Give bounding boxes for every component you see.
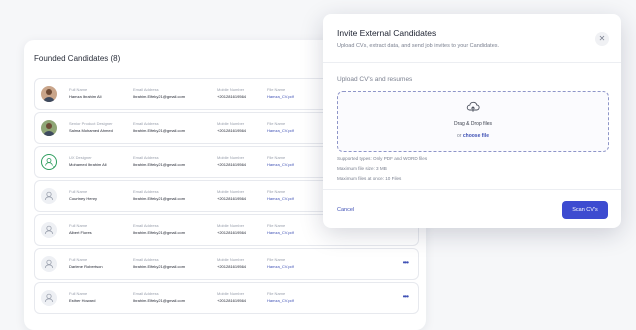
scan-cvs-button[interactable]: Scan CV's (562, 201, 608, 219)
candidate-name: Hamza Ibrahim Ali (69, 94, 102, 99)
name-cell: UX Designer Mohamed Ibrahim Ali (69, 155, 107, 168)
cloud-upload-icon (466, 100, 480, 118)
mobile-cell: Mobile Number +201281619564 (217, 291, 246, 304)
more-options-button[interactable]: ••• (403, 292, 409, 301)
file-link[interactable]: Hamza_CV.pdf (267, 297, 294, 304)
file-cell: File Name Hamza_CV.pdf (267, 223, 294, 236)
mobile-value: +201281619564 (217, 94, 247, 99)
divider (323, 189, 621, 190)
more-horizontal-icon[interactable]: ••• (403, 258, 409, 267)
name-cell: Full Name Albert Flores (69, 223, 92, 236)
cancel-button[interactable]: Cancel (337, 207, 354, 213)
email-cell: Email Address Ibrahim.Elfeky21@gmail.com (133, 223, 185, 236)
drop-text: Drag & Drop files (453, 121, 493, 127)
name-cell: Senior Product Designer Salma Mohamed Ahm… (69, 121, 113, 134)
file-cell: File Name Hamza_CV.pdf (267, 291, 294, 304)
candidate-row[interactable]: Full Name Esther Howard Email Address Ibrah… (34, 282, 419, 314)
file-link[interactable]: Hamza_CV.pdf (267, 263, 294, 270)
candidate-name: Mohamed Ibrahim Ali (69, 162, 107, 167)
email-value: Ibrahim.Elfeky21@gmail.com (133, 264, 186, 269)
name-cell: Full Name Courtney Henry (69, 189, 97, 202)
mobile-cell: Mobile Number +201281619564 (217, 121, 246, 134)
candidate-name: Darlene Robertson (69, 264, 103, 269)
avatar (41, 86, 57, 102)
email-value: Ibrahim.Elfeky21@gmail.com (133, 230, 186, 235)
mobile-value: +201281619564 (217, 162, 247, 167)
name-cell: Full Name Hamza Ibrahim Ali (69, 87, 101, 100)
email-value: Ibrahim.Elfeky21@gmail.com (133, 196, 186, 201)
user-icon (41, 222, 57, 238)
candidate-name: Courtney Henry (69, 196, 98, 201)
email-cell: Email Address Ibrahim.Elfeky21@gmail.com (133, 155, 185, 168)
user-icon (41, 188, 57, 204)
email-value: Ibrahim.Elfeky21@gmail.com (133, 162, 186, 167)
close-button[interactable]: ✕ (595, 32, 609, 46)
supported-types: Supported types: Only PDF and WORD files (337, 156, 428, 161)
file-cell: File Name Hamza_CV.pdf (267, 121, 294, 134)
file-cell: File Name Hamza_CV.pdf (267, 87, 294, 100)
candidate-name: Albert Flores (69, 230, 92, 235)
mobile-cell: Mobile Number +201281619564 (217, 257, 246, 270)
mobile-cell: Mobile Number +201281619564 (217, 87, 246, 100)
avatar (41, 154, 57, 170)
mobile-value: +201281619564 (217, 230, 247, 235)
name-cell: Full Name Darlene Robertson (69, 257, 103, 270)
modal-subtitle: Upload CVs, extract data, and send job i… (337, 43, 500, 49)
max-file-size: Maximum file size: 3 MB (337, 166, 387, 171)
file-link[interactable]: Hamza_CV.pdf (267, 127, 294, 134)
panel-title: Founded Candidates (8) (34, 54, 121, 63)
email-cell: Email Address Ibrahim.Elfeky21@gmail.com (133, 121, 185, 134)
max-files: Maximum files at once: 10 Files (337, 176, 402, 181)
email-cell: Email Address Ibrahim.Elfeky21@gmail.com (133, 257, 185, 270)
choose-line: or choose file (338, 133, 608, 139)
close-icon[interactable]: ✕ (599, 34, 606, 43)
avatar (41, 120, 57, 136)
more-horizontal-icon[interactable]: ••• (403, 292, 409, 301)
user-icon (41, 290, 57, 306)
mobile-cell: Mobile Number +201281619564 (217, 189, 246, 202)
mobile-value: +201281619564 (217, 264, 247, 269)
email-value: Ibrahim.Elfeky21@gmail.com (133, 94, 186, 99)
choose-file-link[interactable]: choose file (463, 133, 489, 139)
mobile-value: +201281619564 (217, 128, 247, 133)
file-dropzone[interactable]: Drag & Drop files or choose file (337, 91, 609, 152)
mobile-cell: Mobile Number +201281619564 (217, 223, 246, 236)
email-value: Ibrahim.Elfeky21@gmail.com (133, 128, 186, 133)
mobile-value: +201281619564 (217, 298, 247, 303)
candidate-name: Salma Mohamed Ahmed (69, 128, 113, 133)
more-options-button[interactable]: ••• (403, 258, 409, 267)
email-value: Ibrahim.Elfeky21@gmail.com (133, 298, 186, 303)
modal-title: Invite External Candidates (337, 28, 437, 38)
email-cell: Email Address Ibrahim.Elfeky21@gmail.com (133, 189, 185, 202)
file-cell: File Name Hamza_CV.pdf (267, 257, 294, 270)
mobile-cell: Mobile Number +201281619564 (217, 155, 246, 168)
file-cell: File Name Hamza_CV.pdf (267, 155, 294, 168)
file-link[interactable]: Hamza_CV.pdf (267, 161, 294, 168)
user-icon (41, 256, 57, 272)
email-cell: Email Address Ibrahim.Elfeky21@gmail.com (133, 291, 185, 304)
file-cell: File Name Hamza_CV.pdf (267, 189, 294, 202)
divider (323, 62, 621, 63)
candidate-name: Esther Howard (69, 298, 96, 303)
file-link[interactable]: Hamza_CV.pdf (267, 195, 294, 202)
name-cell: Full Name Esther Howard (69, 291, 95, 304)
file-link[interactable]: Hamza_CV.pdf (267, 229, 294, 236)
invite-modal: Invite External Candidates Upload CVs, e… (323, 14, 621, 228)
file-link[interactable]: Hamza_CV.pdf (267, 93, 294, 100)
candidate-row[interactable]: Full Name Darlene Robertson Email Address I… (34, 248, 419, 280)
upload-heading: Upload CV's and resumes (337, 76, 413, 83)
email-cell: Email Address Ibrahim.Elfeky21@gmail.com (133, 87, 185, 100)
mobile-value: +201281619564 (217, 196, 247, 201)
